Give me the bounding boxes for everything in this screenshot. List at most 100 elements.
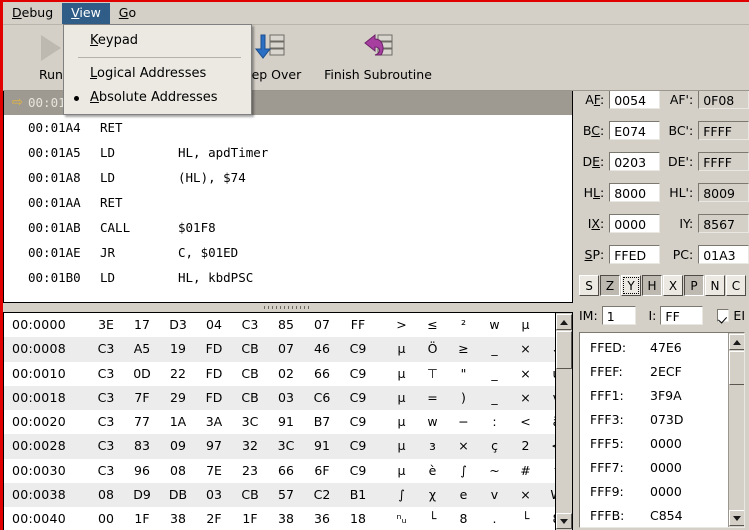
hex-dump-pane[interactable]: 00:00003E17D304C38507FF>≤²wμ₍↓_00:0008C3… — [3, 312, 573, 530]
hex-byte[interactable]: 08 — [88, 483, 124, 507]
hex-byte[interactable]: C3 — [88, 386, 124, 410]
hex-byte[interactable]: 85 — [268, 313, 304, 337]
hex-byte[interactable]: 3C — [268, 434, 304, 458]
stack-row[interactable]: FFF5: 0000 — [580, 432, 727, 456]
hex-byte[interactable]: C9 — [340, 362, 376, 386]
hex-byte[interactable]: FD — [196, 362, 232, 386]
hex-row[interactable]: 00:00003E17D304C38507FF>≤²wμ₍↓_ — [4, 313, 558, 338]
hex-byte[interactable]: 7F — [124, 386, 160, 410]
hex-byte[interactable]: 00 — [88, 507, 124, 530]
hex-byte[interactable]: 03 — [268, 386, 304, 410]
hex-byte[interactable]: DB — [160, 483, 196, 507]
flag-button-s[interactable]: S — [579, 275, 599, 296]
hex-byte[interactable]: 1F — [124, 507, 160, 530]
hex-byte[interactable]: C9 — [340, 337, 376, 361]
hex-byte[interactable]: 66 — [268, 459, 304, 483]
hex-byte[interactable]: 2F — [196, 507, 232, 530]
hex-byte[interactable]: FF — [340, 313, 376, 337]
hex-scrollbar[interactable] — [555, 313, 572, 530]
hex-byte[interactable]: 66 — [304, 362, 340, 386]
hex-byte[interactable]: C9 — [340, 434, 376, 458]
register-value-field[interactable]: 0203 — [609, 151, 661, 171]
menu-view[interactable]: View — [62, 2, 110, 24]
hex-byte[interactable]: C9 — [340, 410, 376, 434]
flag-button-n[interactable]: N — [705, 275, 725, 296]
hex-byte[interactable]: 36 — [304, 507, 340, 530]
hex-byte[interactable]: C3 — [88, 410, 124, 434]
hex-scroll-down-button[interactable] — [556, 513, 572, 529]
hex-byte[interactable]: 29 — [160, 386, 196, 410]
hex-row[interactable]: 00:0018C37F29FDCB03C6C9μ=)_×vΣϕ — [4, 385, 560, 411]
hex-byte[interactable]: 38 — [268, 507, 304, 530]
menu-item-logical-addresses[interactable]: Logical Addresses — [64, 62, 251, 86]
stack-row[interactable]: FFF1: 3F9A — [580, 384, 727, 408]
hex-row[interactable]: 00:0008C3A519FDCB0746C9μÖ≥_×↓Fϕ — [4, 337, 562, 362]
disassembly-row[interactable]: 00:01A5 LD HL, apdTimer — [4, 140, 572, 165]
hex-row[interactable]: 00:0010C30D22FDCB0266C9μ⊤"_×ufϕ — [4, 361, 560, 386]
hex-byte[interactable]: 09 — [160, 434, 196, 458]
menu-go[interactable]: Go — [110, 3, 145, 24]
disassembly-row[interactable]: 00:01B0 LD HL, kbdPSC — [4, 265, 572, 290]
stack-row[interactable]: FFF3: 073D — [580, 408, 727, 432]
disassembly-row[interactable]: 00:01AE JR C, $01ED — [4, 240, 572, 265]
hex-byte[interactable]: C3 — [88, 337, 124, 361]
hex-byte[interactable]: 23 — [232, 459, 268, 483]
flag-button-y[interactable]: Y — [621, 275, 641, 296]
flag-button-h[interactable]: H — [642, 275, 662, 296]
hex-byte[interactable]: 04 — [196, 313, 232, 337]
hex-byte[interactable]: 3E — [88, 313, 124, 337]
hex-byte[interactable]: 3A — [196, 410, 232, 434]
hex-byte[interactable]: 6F — [304, 459, 340, 483]
menu-debug[interactable]: Debug — [3, 3, 62, 24]
hex-byte[interactable]: 96 — [124, 459, 160, 483]
hex-byte[interactable]: 07 — [304, 313, 340, 337]
register-value-field-shadow[interactable]: 8009 — [698, 182, 749, 202]
register-value-field-shadow[interactable]: 01A3 — [698, 244, 749, 264]
hex-byte[interactable]: 91 — [268, 410, 304, 434]
hex-byte[interactable]: 19 — [160, 337, 196, 361]
finish-subroutine-button[interactable]: Finish Subroutine — [313, 26, 443, 86]
hex-byte[interactable]: 57 — [268, 483, 304, 507]
register-value-field-shadow[interactable]: FFFF — [698, 120, 749, 140]
hex-byte[interactable]: FD — [196, 337, 232, 361]
hex-byte[interactable]: 03 — [196, 483, 232, 507]
hex-row[interactable]: 00:0028C3830997323C91C9μз×ç2<äϕ — [4, 434, 562, 459]
register-value-field-shadow[interactable]: 8567 — [698, 213, 749, 233]
hex-byte[interactable]: 22 — [160, 362, 196, 386]
hex-byte[interactable]: 7E — [196, 459, 232, 483]
register-value-field[interactable]: 0054 — [609, 89, 661, 109]
hex-byte[interactable]: C9 — [340, 459, 376, 483]
ei-checkbox[interactable] — [716, 308, 730, 322]
disassembly-row[interactable]: 00:01A8 LD (HL), $74 — [4, 165, 572, 190]
hex-scroll-up-button[interactable] — [556, 314, 572, 330]
hex-byte[interactable]: CB — [232, 337, 268, 361]
register-value-field[interactable]: E074 — [609, 120, 661, 140]
hex-row[interactable]: 00:0040001F382F1F383618ⁿᵤ└8.└86≠ — [4, 507, 560, 530]
i-field[interactable]: FF — [660, 305, 703, 325]
flag-button-x[interactable]: X — [663, 275, 683, 296]
hex-byte[interactable]: C2 — [304, 483, 340, 507]
hex-byte[interactable]: 83 — [124, 434, 160, 458]
flag-button-z[interactable]: Z — [600, 275, 620, 296]
hex-byte[interactable]: B7 — [304, 410, 340, 434]
hex-byte[interactable]: 08 — [160, 459, 196, 483]
hex-byte[interactable]: C3 — [88, 434, 124, 458]
hex-byte[interactable]: FD — [196, 386, 232, 410]
hex-byte[interactable]: C3 — [88, 362, 124, 386]
hex-byte[interactable]: 46 — [304, 337, 340, 361]
hex-byte[interactable]: CB — [232, 386, 268, 410]
hex-byte[interactable]: 97 — [196, 434, 232, 458]
menu-item-absolute-addresses[interactable]: Absolute Addresses — [64, 86, 251, 110]
stack-scroll-thumb[interactable] — [729, 351, 744, 385]
disassembly-pane[interactable]: ⇨00:01A3HALT00:01A4RET00:01A5LDHL, apdTi… — [3, 90, 573, 303]
hex-byte[interactable]: 1F — [232, 507, 268, 530]
register-value-field[interactable]: FFED — [609, 244, 661, 264]
hex-byte[interactable]: 18 — [340, 507, 376, 530]
disassembly-row[interactable]: 00:01A4 RET — [4, 115, 572, 140]
hex-byte[interactable]: 3C — [232, 410, 268, 434]
hex-scroll-thumb[interactable] — [556, 331, 572, 369]
register-value-field[interactable]: 0000 — [609, 213, 661, 233]
hex-byte[interactable]: 02 — [268, 362, 304, 386]
disassembly-row[interactable]: 00:01AA RET — [4, 190, 572, 215]
stack-row[interactable]: FFF7: 0000 — [580, 456, 727, 480]
